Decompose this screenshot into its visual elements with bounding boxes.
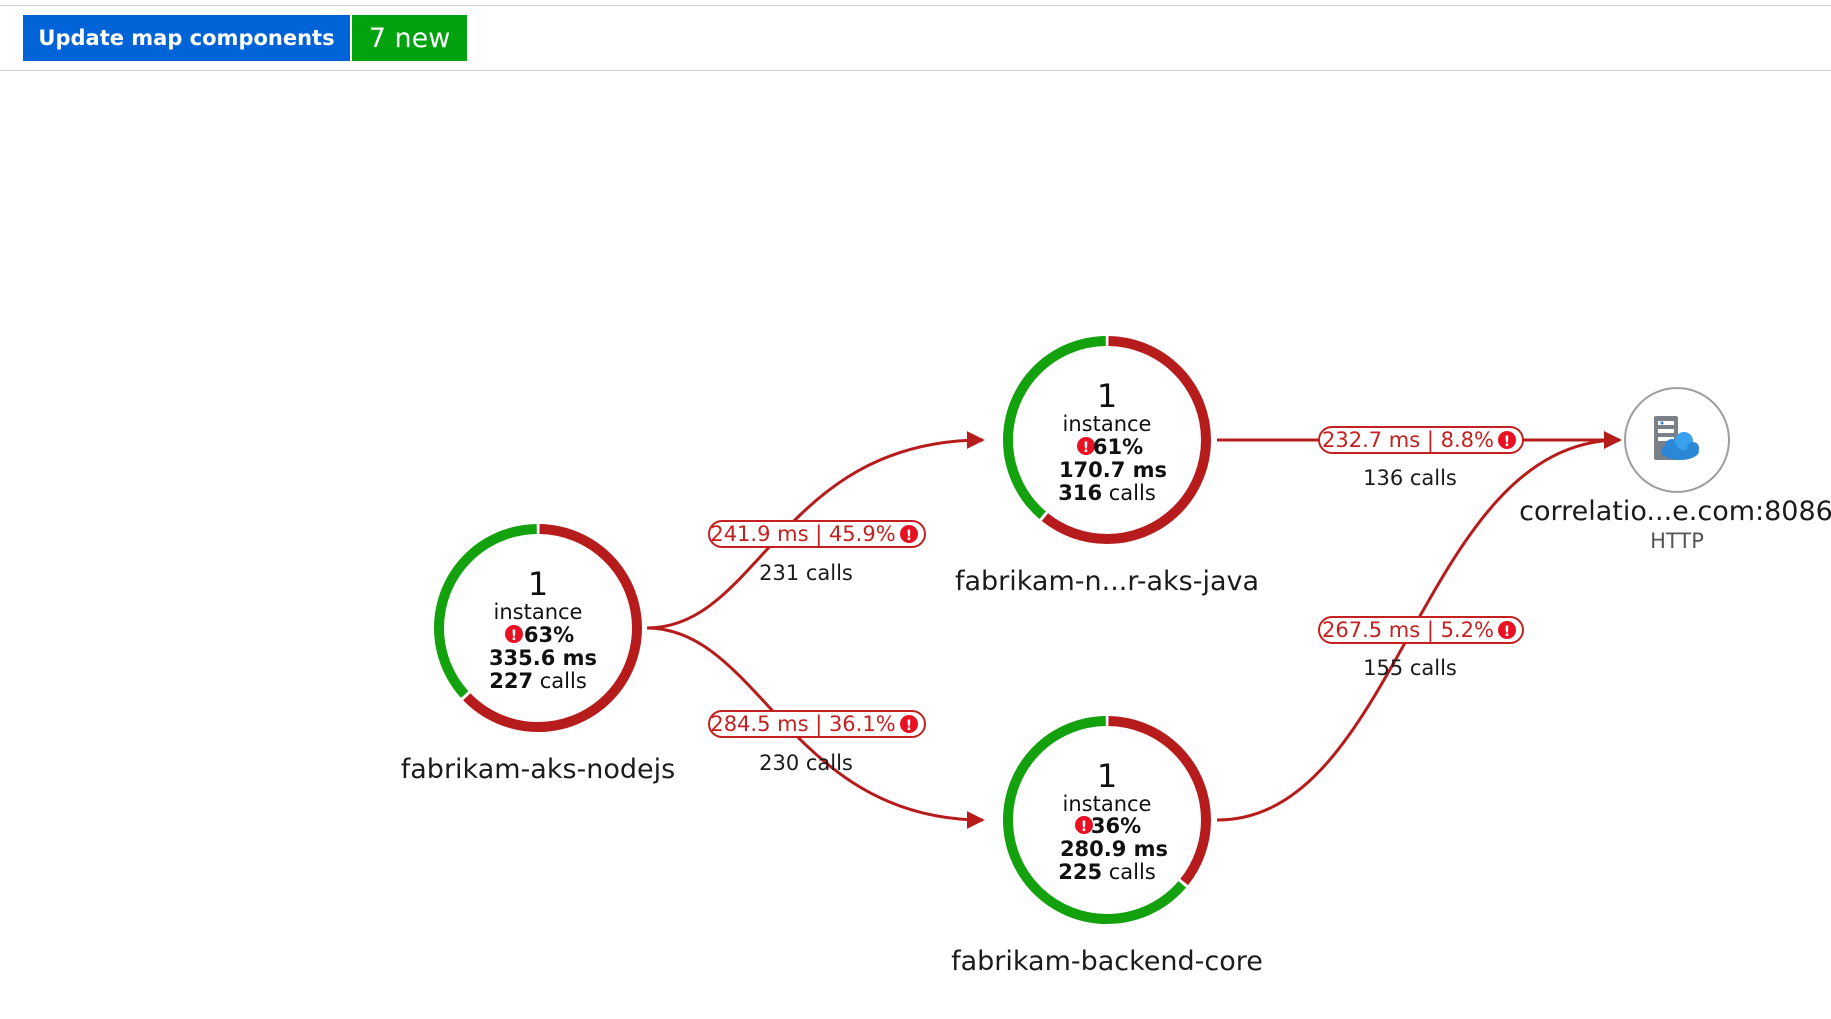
error-icon-glyph: !: [906, 718, 912, 734]
svg-text:!: !: [1081, 819, 1087, 835]
node-label-java[interactable]: fabrikam-n...r-aks-java: [955, 566, 1259, 597]
edge-label-core-http[interactable]: 267.5 ms | 5.2% ! 155 calls: [1318, 616, 1524, 680]
avg-duration: 170.7 ms: [1059, 458, 1167, 482]
edge-label-java-http[interactable]: 232.7 ms | 8.8% ! 136 calls: [1318, 426, 1524, 490]
node-label-http[interactable]: correlatio...e.com:8086: [1519, 496, 1831, 527]
edge-calls: 155 calls: [1363, 656, 1457, 680]
node-fabrikam-aks-nodejs[interactable]: 1 instance ! 63% 335.6 ms 227 calls: [434, 524, 642, 732]
application-map: 241.9 ms | 45.9% ! 231 calls 284.5 ms | …: [401, 336, 1831, 977]
edge-metrics: 284.5 ms | 36.1%: [710, 712, 895, 737]
failed-percent: 36%: [1091, 814, 1141, 838]
failed-percent: 61%: [1093, 435, 1143, 459]
instance-count: 1: [1097, 757, 1117, 795]
instance-label: instance: [1063, 792, 1152, 816]
node-fabrikam-backend-core[interactable]: 1 instance ! 36% 280.9 ms 225 calls: [1003, 716, 1211, 924]
error-icon-glyph: !: [906, 528, 912, 544]
edge-metrics: 267.5 ms | 5.2%: [1322, 618, 1494, 643]
edge-label-nodejs-core[interactable]: 284.5 ms | 36.1% ! 230 calls: [708, 710, 926, 775]
svg-text:!: !: [1083, 440, 1089, 456]
avg-duration: 280.9 ms: [1060, 837, 1168, 861]
edge-calls: 136 calls: [1363, 466, 1457, 490]
instance-label: instance: [1063, 412, 1152, 436]
instance-count: 1: [528, 565, 548, 603]
node-http-dependency[interactable]: [1624, 387, 1730, 493]
edge-calls: 230 calls: [759, 751, 853, 775]
instance-label: instance: [494, 600, 583, 624]
instance-count: 1: [1097, 377, 1117, 415]
node-label-core[interactable]: fabrikam-backend-core: [951, 946, 1263, 977]
call-count: 227 calls: [489, 669, 587, 693]
call-count: 316 calls: [1058, 481, 1156, 505]
call-count: 225 calls: [1058, 860, 1156, 884]
edge-calls: 231 calls: [759, 561, 853, 585]
failed-percent: 63%: [524, 623, 574, 647]
node-type-label: HTTP: [1650, 529, 1704, 553]
error-icon-glyph: !: [1504, 434, 1510, 450]
node-fabrikam-java[interactable]: 1 instance ! 61% 170.7 ms 316 calls: [1003, 336, 1211, 544]
edge-metrics: 241.9 ms | 45.9%: [710, 522, 895, 547]
edge-metrics: 232.7 ms | 8.8%: [1322, 428, 1494, 453]
error-icon-glyph: !: [1504, 624, 1510, 640]
node-label-nodejs[interactable]: fabrikam-aks-nodejs: [401, 754, 675, 785]
svg-text:!: !: [511, 628, 517, 644]
avg-duration: 335.6 ms: [489, 646, 597, 670]
